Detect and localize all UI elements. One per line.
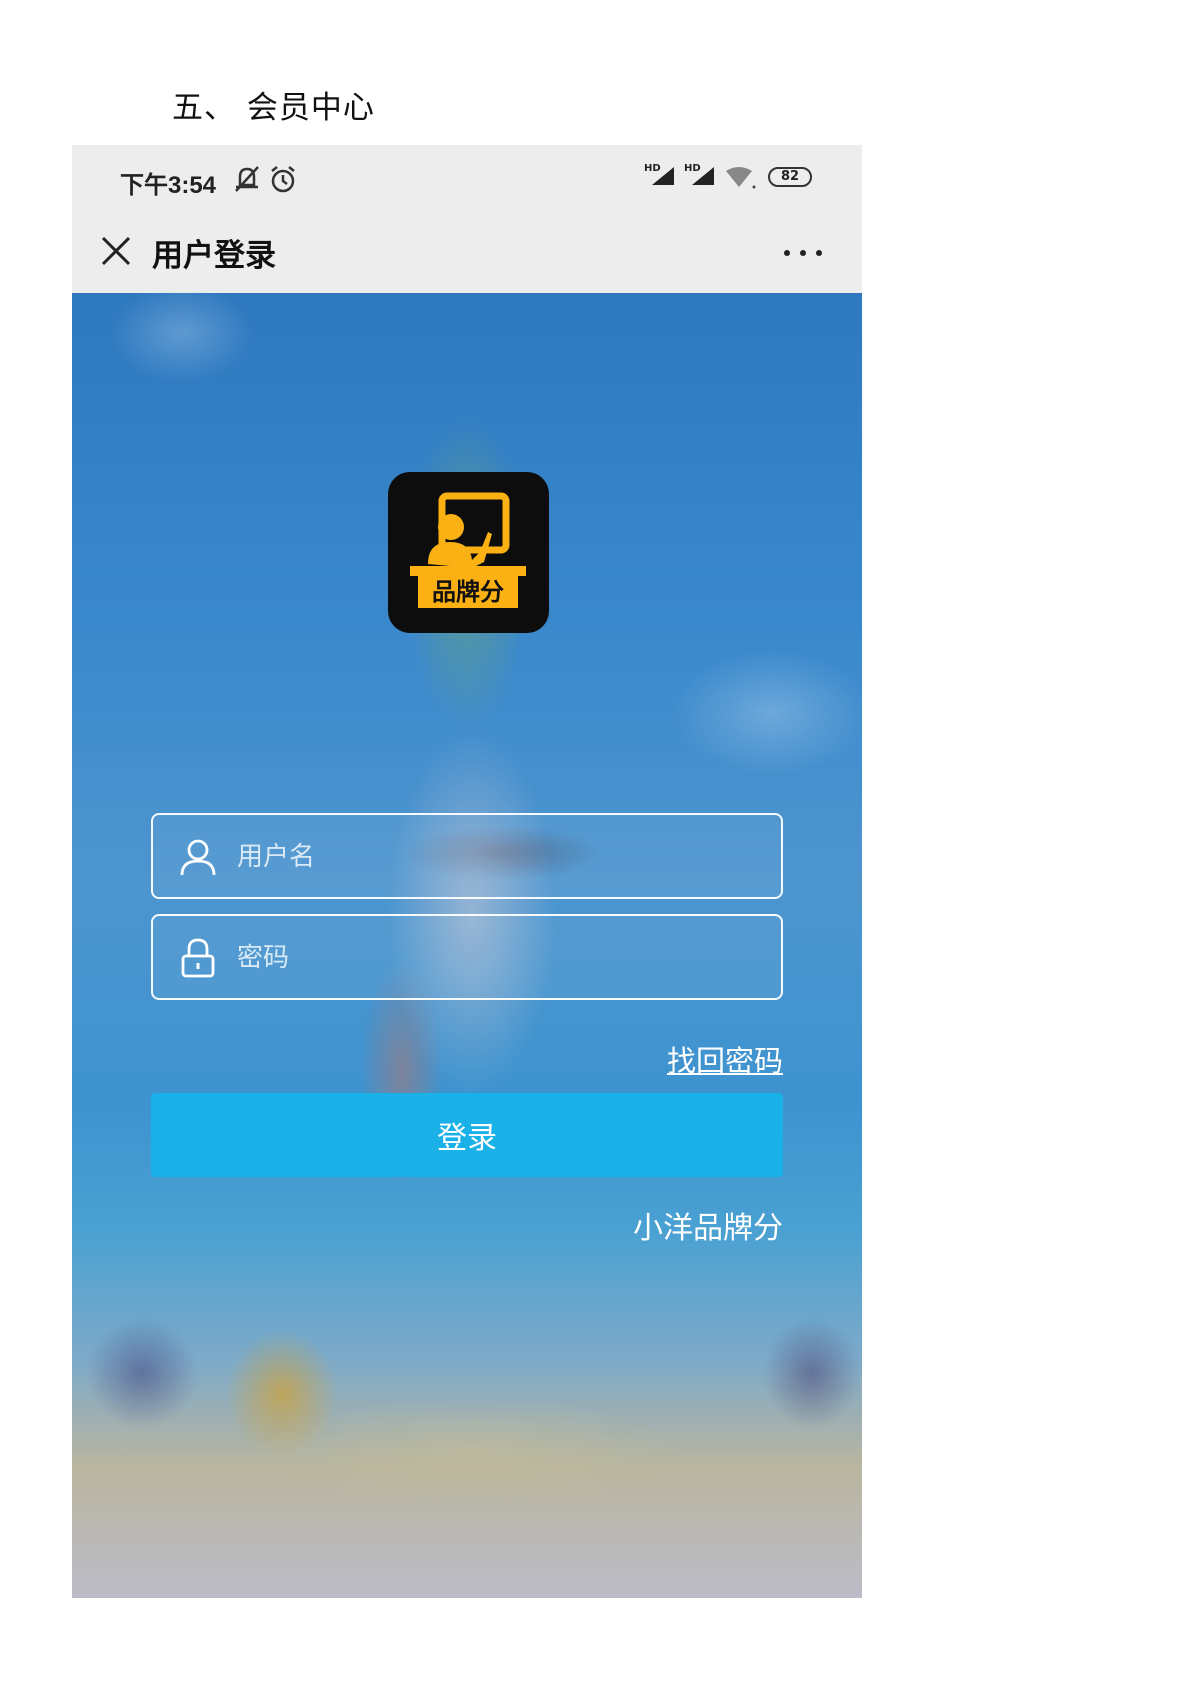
alarm-icon — [271, 166, 295, 193]
app-logo: 品牌分 — [388, 472, 549, 633]
teacher-logo-icon — [410, 492, 526, 608]
username-input[interactable] — [235, 815, 759, 899]
title-bar: 用户登录 — [72, 213, 862, 293]
battery-icon: 82 — [768, 167, 812, 187]
mute-icon — [235, 166, 259, 192]
login-button[interactable]: 登录 — [151, 1093, 783, 1177]
more-button[interactable] — [778, 231, 828, 271]
user-icon — [180, 839, 216, 876]
page-title: 用户登录 — [152, 238, 276, 274]
wifi-icon — [726, 167, 756, 189]
signal-icon-2: HD — [684, 163, 718, 187]
lock-icon — [181, 938, 215, 978]
close-icon — [101, 236, 131, 266]
more-icon — [784, 250, 790, 256]
document-heading: 五、 会员中心 — [172, 90, 375, 126]
password-input[interactable] — [235, 916, 759, 1000]
status-bar: 下午3:54 HD HD 82 — [72, 145, 862, 213]
close-button[interactable] — [94, 229, 138, 273]
signal-icon-1: HD — [644, 163, 678, 187]
phone-screen: 下午3:54 HD HD 82 用户登录 品牌分 用户名 找回密码 登录 小洋品… — [72, 145, 862, 1598]
password-field[interactable] — [151, 914, 783, 1000]
login-content: 品牌分 找回密码 登录 小洋品牌分 — [72, 293, 862, 1598]
status-time: 下午3:54 — [120, 172, 217, 199]
brand-label: 小洋品牌分 — [633, 1211, 783, 1246]
username-field[interactable] — [151, 813, 783, 899]
battery-level: 82 — [780, 169, 800, 184]
forgot-password-link[interactable]: 找回密码 — [667, 1038, 783, 1080]
logo-text: 品牌分 — [432, 578, 504, 606]
